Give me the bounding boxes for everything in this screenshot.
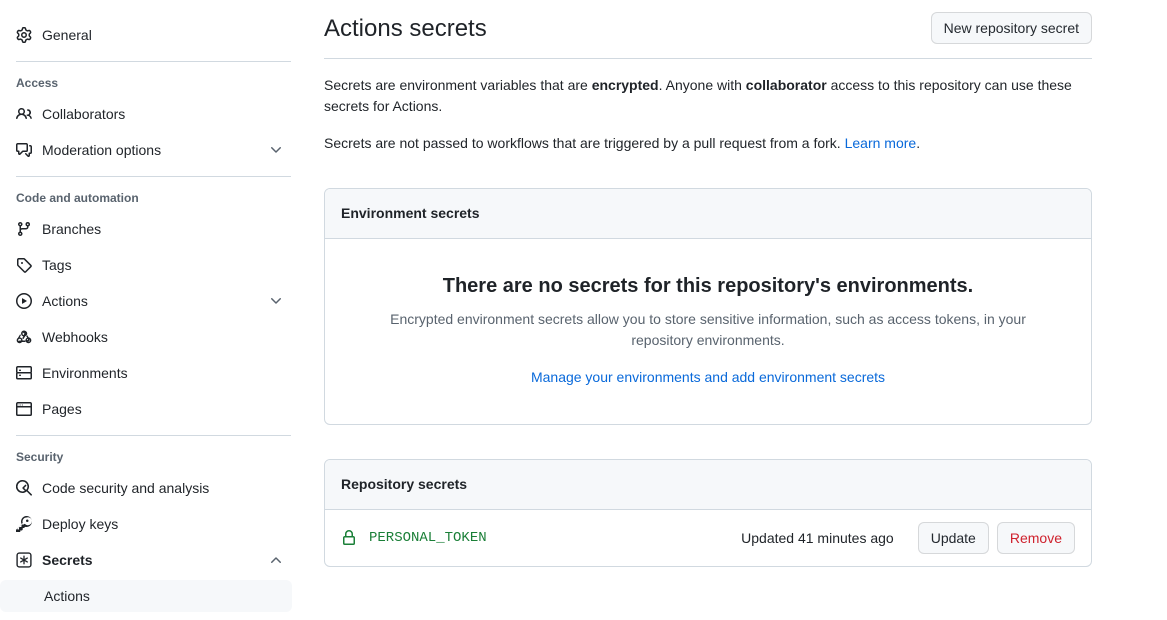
environment-secrets-header: Environment secrets <box>325 189 1091 239</box>
sidebar-item-label: Deploy keys <box>42 516 119 532</box>
fork-note-text: Secrets are not passed to workflows that… <box>324 135 845 151</box>
update-secret-button[interactable]: Update <box>917 522 989 554</box>
sidebar-section-heading-security: Security <box>16 450 64 464</box>
lock-icon <box>341 530 357 546</box>
webhook-icon <box>16 329 32 345</box>
sidebar-section-heading-code-and-automation: Code and automation <box>16 191 139 205</box>
sidebar-item-label: Environments <box>42 365 128 381</box>
secrets-description-paragraph: Secrets are environment variables that a… <box>324 75 1092 117</box>
sidebar-item-label: Tags <box>42 257 72 273</box>
repository-secrets-card: Repository secrets PERSONAL_TOKEN Update… <box>324 459 1092 567</box>
sidebar-subitem-secrets-dependabot[interactable]: Dependabot <box>0 614 292 620</box>
manage-environments-link[interactable]: Manage your environments and add environ… <box>531 369 885 385</box>
sidebar-item-general[interactable]: General <box>0 19 292 51</box>
environment-secrets-card: Environment secrets There are no secrets… <box>324 188 1092 425</box>
codescan-icon <box>16 480 32 496</box>
fork-note-period: . <box>916 135 921 151</box>
server-icon <box>16 365 32 381</box>
settings-sidebar: General Access Collaborators Moderation … <box>0 0 304 620</box>
tag-icon <box>16 257 32 273</box>
people-icon <box>16 106 32 122</box>
browser-icon <box>16 401 32 417</box>
settings-page: General Access Collaborators Moderation … <box>0 0 1167 620</box>
sidebar-section-heading-access: Access <box>16 76 59 90</box>
sidebar-item-webhooks[interactable]: Webhooks <box>0 321 292 353</box>
sidebar-item-collaborators[interactable]: Collaborators <box>0 98 292 130</box>
gear-icon <box>16 27 32 43</box>
sidebar-item-tags[interactable]: Tags <box>0 249 292 281</box>
comment-discussion-icon <box>16 142 32 158</box>
remove-secret-button[interactable]: Remove <box>996 522 1075 554</box>
sidebar-item-label: Secrets <box>42 552 93 568</box>
sidebar-item-actions[interactable]: Actions <box>0 285 292 317</box>
desc-text-2: . Anyone with <box>658 77 746 93</box>
sidebar-item-label: Moderation options <box>42 142 162 158</box>
environment-secrets-empty-state: There are no secrets for this repository… <box>325 239 1091 424</box>
page-title: Actions secrets <box>324 15 487 42</box>
sidebar-item-pages[interactable]: Pages <box>0 393 292 425</box>
sidebar-item-label: General <box>42 27 92 43</box>
asterisk-box-icon <box>16 552 32 568</box>
fork-note-paragraph: Secrets are not passed to workflows that… <box>324 133 1092 154</box>
table-row: PERSONAL_TOKEN Updated 41 minutes ago Up… <box>325 510 1091 566</box>
sidebar-item-label: Branches <box>42 221 102 237</box>
sidebar-item-label: Webhooks <box>42 329 108 345</box>
chevron-down-icon[interactable] <box>268 142 284 158</box>
new-repository-secret-button[interactable]: New repository secret <box>930 12 1092 44</box>
learn-more-link[interactable]: Learn more <box>845 135 917 151</box>
sidebar-divider-1 <box>16 61 291 62</box>
empty-state-title: There are no secrets for this repository… <box>442 275 974 297</box>
play-icon <box>16 293 32 309</box>
repository-secrets-header: Repository secrets <box>325 460 1091 510</box>
sidebar-item-deploy-keys[interactable]: Deploy keys <box>0 508 292 540</box>
empty-state-body: Encrypted environment secrets allow you … <box>390 311 1026 348</box>
key-icon <box>16 516 32 532</box>
page-header: Actions secrets New repository secret <box>324 0 1092 59</box>
sidebar-item-moderation-options[interactable]: Moderation options <box>0 134 292 166</box>
secret-name: PERSONAL_TOKEN <box>369 530 487 546</box>
secret-identity: PERSONAL_TOKEN <box>341 530 729 546</box>
main-content: Actions secrets New repository secret Se… <box>304 0 1167 620</box>
secret-updated-timestamp: Updated 41 minutes ago <box>741 530 894 546</box>
sidebar-item-environments[interactable]: Environments <box>0 357 292 389</box>
desc-text-1: Secrets are environment variables that a… <box>324 77 592 93</box>
chevron-up-icon[interactable] <box>268 552 284 568</box>
sidebar-subitem-secrets-actions[interactable]: Actions <box>0 580 292 612</box>
desc-bold-collaborator: collaborator <box>745 77 827 93</box>
sidebar-item-code-security-and-analysis[interactable]: Code security and analysis <box>0 472 292 504</box>
sidebar-item-label: Code security and analysis <box>42 480 210 496</box>
sidebar-item-secrets[interactable]: Secrets <box>0 544 292 576</box>
desc-bold-encrypted: encrypted <box>591 77 659 93</box>
sidebar-item-label: Actions <box>42 293 88 309</box>
sidebar-item-label: Collaborators <box>42 106 126 122</box>
sidebar-divider-2 <box>16 176 291 177</box>
sidebar-subitem-label: Actions <box>44 588 90 604</box>
git-branch-icon <box>16 221 32 237</box>
chevron-down-icon[interactable] <box>268 293 284 309</box>
secret-row-actions: Update Remove <box>917 522 1075 554</box>
sidebar-divider-3 <box>16 435 291 436</box>
sidebar-item-label: Pages <box>42 401 82 417</box>
sidebar-item-branches[interactable]: Branches <box>0 213 292 245</box>
empty-state-cta: Manage your environments and add environ… <box>349 367 1067 388</box>
